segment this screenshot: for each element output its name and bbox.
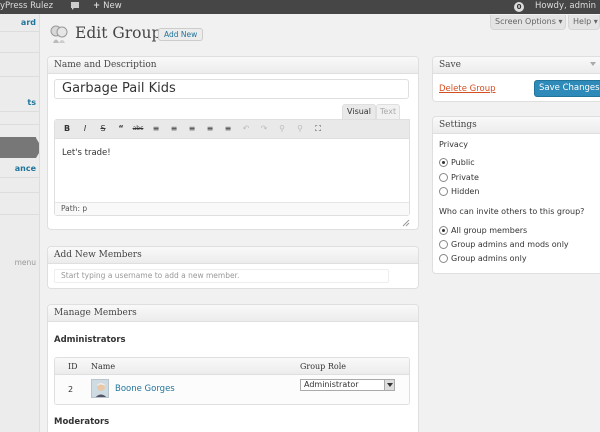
radio-selected-icon[interactable]: [439, 226, 448, 235]
tab-visual[interactable]: Visual: [342, 104, 376, 120]
insert-link-button[interactable]: ⚲: [276, 123, 288, 135]
fullscreen-button[interactable]: ⛶: [312, 123, 324, 135]
groups-icon: [50, 25, 68, 43]
manage-members-header: Manage Members: [48, 305, 418, 322]
radio-icon[interactable]: [439, 187, 448, 196]
delete-group-link[interactable]: Delete Group: [439, 84, 496, 94]
privacy-label: Privacy: [439, 140, 468, 149]
name-description-box: Name and Description Garbage Pail Kids V…: [47, 56, 419, 230]
administrators-table: ID Name Group Role 2 Boone Gorges Admini…: [54, 357, 410, 405]
align-right-button[interactable]: ≡: [222, 123, 234, 135]
sidebar-separator: [0, 192, 39, 193]
align-left-button[interactable]: ≡: [186, 123, 198, 135]
notification-count-badge[interactable]: 0: [514, 2, 524, 12]
howdy-account-menu[interactable]: Howdy, admin: [535, 1, 596, 11]
strikethrough-button[interactable]: S: [97, 123, 109, 135]
undo-button[interactable]: ↶: [240, 123, 252, 135]
new-content-menu[interactable]: + New: [93, 1, 122, 11]
description-editor[interactable]: B I S “ abc ≡ ≡ ≡ ≡ ≡ ↶ ↷ ⚲ ⚲ ⛶ Let's tr…: [54, 119, 410, 216]
invite-label: Who can invite others to this group?: [439, 207, 585, 216]
admin-sidebar: ard ts ance menu: [0, 14, 40, 432]
chevron-down-icon[interactable]: [590, 62, 596, 66]
table-header: ID Name Group Role: [55, 358, 409, 375]
sidebar-separator: [0, 214, 39, 215]
site-name-link[interactable]: yPress Rulez: [0, 1, 53, 11]
align-center-button[interactable]: ≡: [204, 123, 216, 135]
abc-button[interactable]: abc: [132, 123, 144, 135]
name-description-header: Name and Description: [48, 57, 418, 74]
tab-text[interactable]: Text: [376, 104, 400, 120]
group-name-input[interactable]: Garbage Pail Kids: [54, 79, 409, 99]
avatar: [91, 379, 109, 398]
group-role-value: Administrator: [304, 380, 359, 389]
sidebar-active-arrow-icon: [36, 138, 39, 158]
sidebar-separator: [0, 124, 39, 125]
page-title: Edit Group: [75, 24, 162, 42]
radio-label: Public: [451, 158, 475, 167]
blockquote-button[interactable]: “: [115, 123, 127, 135]
bullet-list-button[interactable]: ≡: [150, 123, 162, 135]
group-role-select[interactable]: Administrator: [300, 379, 395, 391]
add-members-box: Add New Members Start typing a username …: [47, 246, 419, 289]
add-new-group-button[interactable]: Add New: [158, 28, 204, 41]
sidebar-item-appearance[interactable]: ance: [0, 160, 39, 178]
radio-icon[interactable]: [439, 254, 448, 263]
redo-button[interactable]: ↷: [258, 123, 270, 135]
administrators-heading: Administrators: [54, 335, 126, 345]
sidebar-item-groups-active[interactable]: [0, 137, 36, 158]
column-group-role: Group Role: [300, 362, 346, 371]
settings-box: Settings Privacy Public Private Hidden W…: [432, 116, 600, 274]
settings-box-header: Settings: [433, 117, 600, 134]
save-box: Save Delete Group Save Changes: [432, 56, 600, 102]
editor-path: Path: p: [55, 202, 409, 215]
resize-handle-icon[interactable]: [402, 219, 410, 227]
sidebar-separator: [0, 76, 39, 77]
save-box-title: Save: [439, 60, 461, 70]
radio-label: Hidden: [451, 187, 480, 196]
save-box-header: Save: [433, 57, 600, 74]
new-label: New: [103, 1, 122, 11]
help-button[interactable]: Help ▾: [568, 15, 600, 30]
radio-label: Private: [451, 173, 479, 182]
member-name-link[interactable]: Boone Gorges: [115, 384, 175, 394]
manage-members-box: Manage Members Administrators ID Name Gr…: [47, 304, 419, 432]
plus-icon: +: [93, 1, 101, 11]
radio-icon[interactable]: [439, 173, 448, 182]
member-id: 2: [68, 385, 74, 394]
radio-icon[interactable]: [439, 240, 448, 249]
select-dropdown-icon: [384, 380, 394, 390]
italic-button[interactable]: I: [79, 123, 91, 135]
column-id: ID: [68, 362, 78, 371]
sidebar-item-dashboard[interactable]: ard: [0, 14, 39, 32]
description-text[interactable]: Let's trade!: [62, 148, 111, 158]
column-name: Name: [91, 362, 116, 371]
sidebar-separator: [0, 52, 39, 53]
editor-toolbar: B I S “ abc ≡ ≡ ≡ ≡ ≡ ↶ ↷ ⚲ ⚲ ⛶: [55, 120, 409, 139]
save-changes-button[interactable]: Save Changes: [534, 80, 600, 97]
user-avatar-icon: [92, 380, 108, 397]
screen-options-button[interactable]: Screen Options ▾: [490, 15, 566, 30]
add-member-input[interactable]: Start typing a username to add a new mem…: [54, 269, 389, 283]
radio-label: Group admins only: [451, 254, 527, 263]
sidebar-collapse-menu[interactable]: menu: [0, 258, 36, 267]
bold-button[interactable]: B: [61, 123, 73, 135]
numbered-list-button[interactable]: ≡: [168, 123, 180, 135]
add-members-header: Add New Members: [48, 247, 418, 264]
comments-icon[interactable]: [70, 1, 80, 11]
radio-label: Group admins and mods only: [451, 240, 569, 249]
unlink-button[interactable]: ⚲: [294, 123, 306, 135]
radio-label: All group members: [451, 226, 528, 235]
moderators-heading: Moderators: [54, 417, 110, 427]
sidebar-item-posts[interactable]: ts: [0, 94, 39, 112]
admin-bar: yPress Rulez + New 0 Howdy, admin: [0, 0, 600, 14]
table-row: 2 Boone Gorges Administrator: [55, 375, 409, 404]
radio-selected-icon[interactable]: [439, 158, 448, 167]
